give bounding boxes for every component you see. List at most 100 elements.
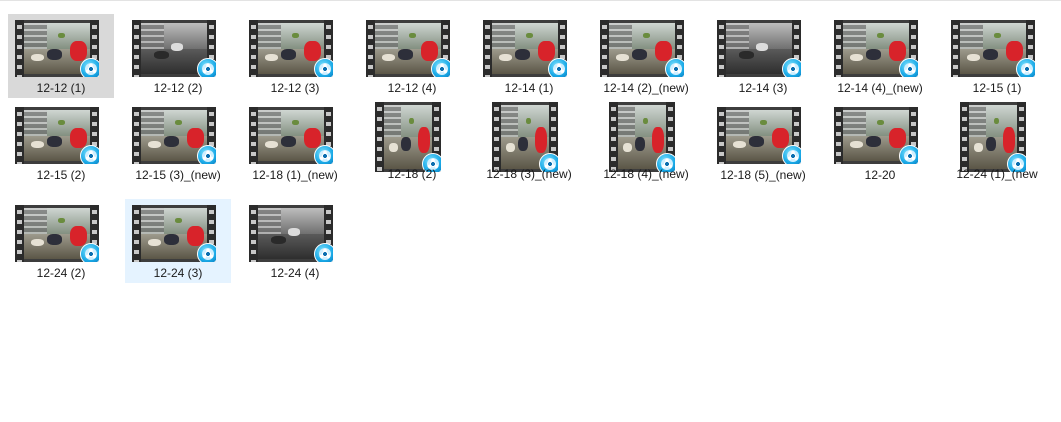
- video-thumbnail: [249, 205, 333, 262]
- film-strip-icon: [600, 20, 609, 77]
- film-strip-icon: [249, 205, 258, 262]
- file-name-label: 12-14 (3): [738, 81, 788, 95]
- file-item[interactable]: 12-12 (2): [125, 14, 231, 98]
- video-thumbnail: [15, 20, 99, 77]
- video-thumbnail: [249, 107, 333, 164]
- video-player-badge-icon: [899, 58, 918, 77]
- file-name-label: 12-18 (4)_(new): [603, 167, 689, 181]
- file-name-label: 12-18 (2): [387, 167, 437, 181]
- video-thumbnail: [132, 205, 216, 262]
- film-strip-icon: [951, 20, 960, 77]
- film-strip-icon: [834, 20, 843, 77]
- film-strip-icon: [366, 20, 375, 77]
- film-strip-icon: [960, 102, 969, 172]
- video-thumbnail: [15, 205, 99, 262]
- video-player-badge-icon: [197, 58, 216, 77]
- file-name-label: 12-18 (5)_(new): [720, 168, 806, 182]
- file-name-label: 12-20: [864, 168, 896, 182]
- file-name-label: 12-24 (2): [36, 266, 86, 280]
- video-player-badge-icon: [665, 58, 684, 77]
- video-player-badge-icon: [431, 58, 450, 77]
- video-thumbnail: [600, 20, 684, 77]
- file-name-label: 12-18 (1)_(new): [252, 168, 338, 182]
- film-strip-icon: [249, 20, 258, 77]
- file-name-label: 12-15 (1): [972, 81, 1022, 95]
- video-player-badge-icon: [80, 145, 99, 164]
- video-player-badge-icon: [80, 243, 99, 262]
- file-item[interactable]: 12-14 (1): [476, 14, 582, 98]
- file-name-label: 12-14 (4)_(new): [837, 81, 923, 95]
- file-item[interactable]: 12-18 (2): [359, 98, 465, 184]
- file-item[interactable]: 12-20: [827, 101, 933, 185]
- file-name-label: 12-24 (3): [153, 266, 203, 280]
- film-strip-icon: [132, 20, 141, 77]
- video-thumbnail: [249, 20, 333, 77]
- video-thumbnail: [834, 20, 918, 77]
- video-player-badge-icon: [782, 58, 801, 77]
- file-item[interactable]: 12-24 (1)_(new: [944, 98, 1050, 184]
- film-strip-icon: [483, 20, 492, 77]
- video-player-badge-icon: [548, 58, 567, 77]
- file-name-label: 12-18 (3)_(new): [486, 167, 572, 181]
- file-item[interactable]: 12-24 (3): [125, 199, 231, 283]
- film-strip-icon: [132, 205, 141, 262]
- file-item[interactable]: 12-24 (2): [8, 199, 114, 283]
- video-player-badge-icon: [80, 58, 99, 77]
- film-strip-icon: [609, 102, 618, 172]
- file-name-label: 12-12 (4): [387, 81, 437, 95]
- film-strip-icon: [834, 107, 843, 164]
- file-name-label: 12-12 (3): [270, 81, 320, 95]
- file-item[interactable]: 12-14 (3): [710, 14, 816, 98]
- file-item[interactable]: 12-18 (4)_(new): [593, 98, 699, 184]
- file-name-label: 12-24 (1)_(new: [956, 167, 1038, 181]
- video-thumbnail: [375, 102, 441, 172]
- file-name-label: 12-14 (1): [504, 81, 554, 95]
- film-strip-icon: [249, 107, 258, 164]
- file-item[interactable]: 12-15 (1): [944, 14, 1050, 98]
- video-thumbnail: [366, 20, 450, 77]
- file-item[interactable]: 12-18 (3)_(new): [476, 98, 582, 184]
- file-name-label: 12-24 (4): [270, 266, 320, 280]
- file-item[interactable]: 12-24 (4): [242, 199, 348, 283]
- video-player-badge-icon: [314, 58, 333, 77]
- file-item[interactable]: 12-15 (2): [8, 101, 114, 185]
- video-player-badge-icon: [197, 243, 216, 262]
- file-item[interactable]: 12-12 (1): [8, 14, 114, 98]
- video-thumbnail: [15, 107, 99, 164]
- video-player-badge-icon: [314, 243, 333, 262]
- file-item[interactable]: 12-12 (4): [359, 14, 465, 98]
- video-thumbnail: [960, 102, 1026, 172]
- film-strip-icon: [15, 205, 24, 262]
- film-strip-icon: [717, 107, 726, 164]
- video-thumbnail: [132, 20, 216, 77]
- video-player-badge-icon: [782, 145, 801, 164]
- file-name-label: 12-12 (2): [153, 81, 203, 95]
- file-item[interactable]: 12-18 (5)_(new): [710, 101, 816, 185]
- video-thumbnail: [492, 102, 558, 172]
- film-strip-icon: [15, 20, 24, 77]
- video-thumbnail: [951, 20, 1035, 77]
- file-name-label: 12-12 (1): [36, 81, 86, 95]
- film-strip-icon: [132, 107, 141, 164]
- video-player-badge-icon: [899, 145, 918, 164]
- video-player-badge-icon: [314, 145, 333, 164]
- video-thumbnail: [717, 107, 801, 164]
- video-player-badge-icon: [197, 145, 216, 164]
- file-item[interactable]: 12-14 (2)_(new): [593, 14, 699, 98]
- film-strip-icon: [15, 107, 24, 164]
- file-item[interactable]: 12-15 (3)_(new): [125, 101, 231, 185]
- toolbar-divider: [0, 0, 1061, 1]
- file-name-label: 12-15 (3)_(new): [135, 168, 221, 182]
- file-name-label: 12-15 (2): [36, 168, 86, 182]
- file-item[interactable]: 12-12 (3): [242, 14, 348, 98]
- video-thumbnail: [483, 20, 567, 77]
- film-strip-icon: [375, 102, 384, 172]
- film-strip-icon: [717, 20, 726, 77]
- video-thumbnail: [717, 20, 801, 77]
- file-item[interactable]: 12-18 (1)_(new): [242, 101, 348, 185]
- video-thumbnail: [609, 102, 675, 172]
- file-item[interactable]: 12-14 (4)_(new): [827, 14, 933, 98]
- file-name-label: 12-14 (2)_(new): [603, 81, 689, 95]
- video-player-badge-icon: [1016, 58, 1035, 77]
- video-thumbnail: [132, 107, 216, 164]
